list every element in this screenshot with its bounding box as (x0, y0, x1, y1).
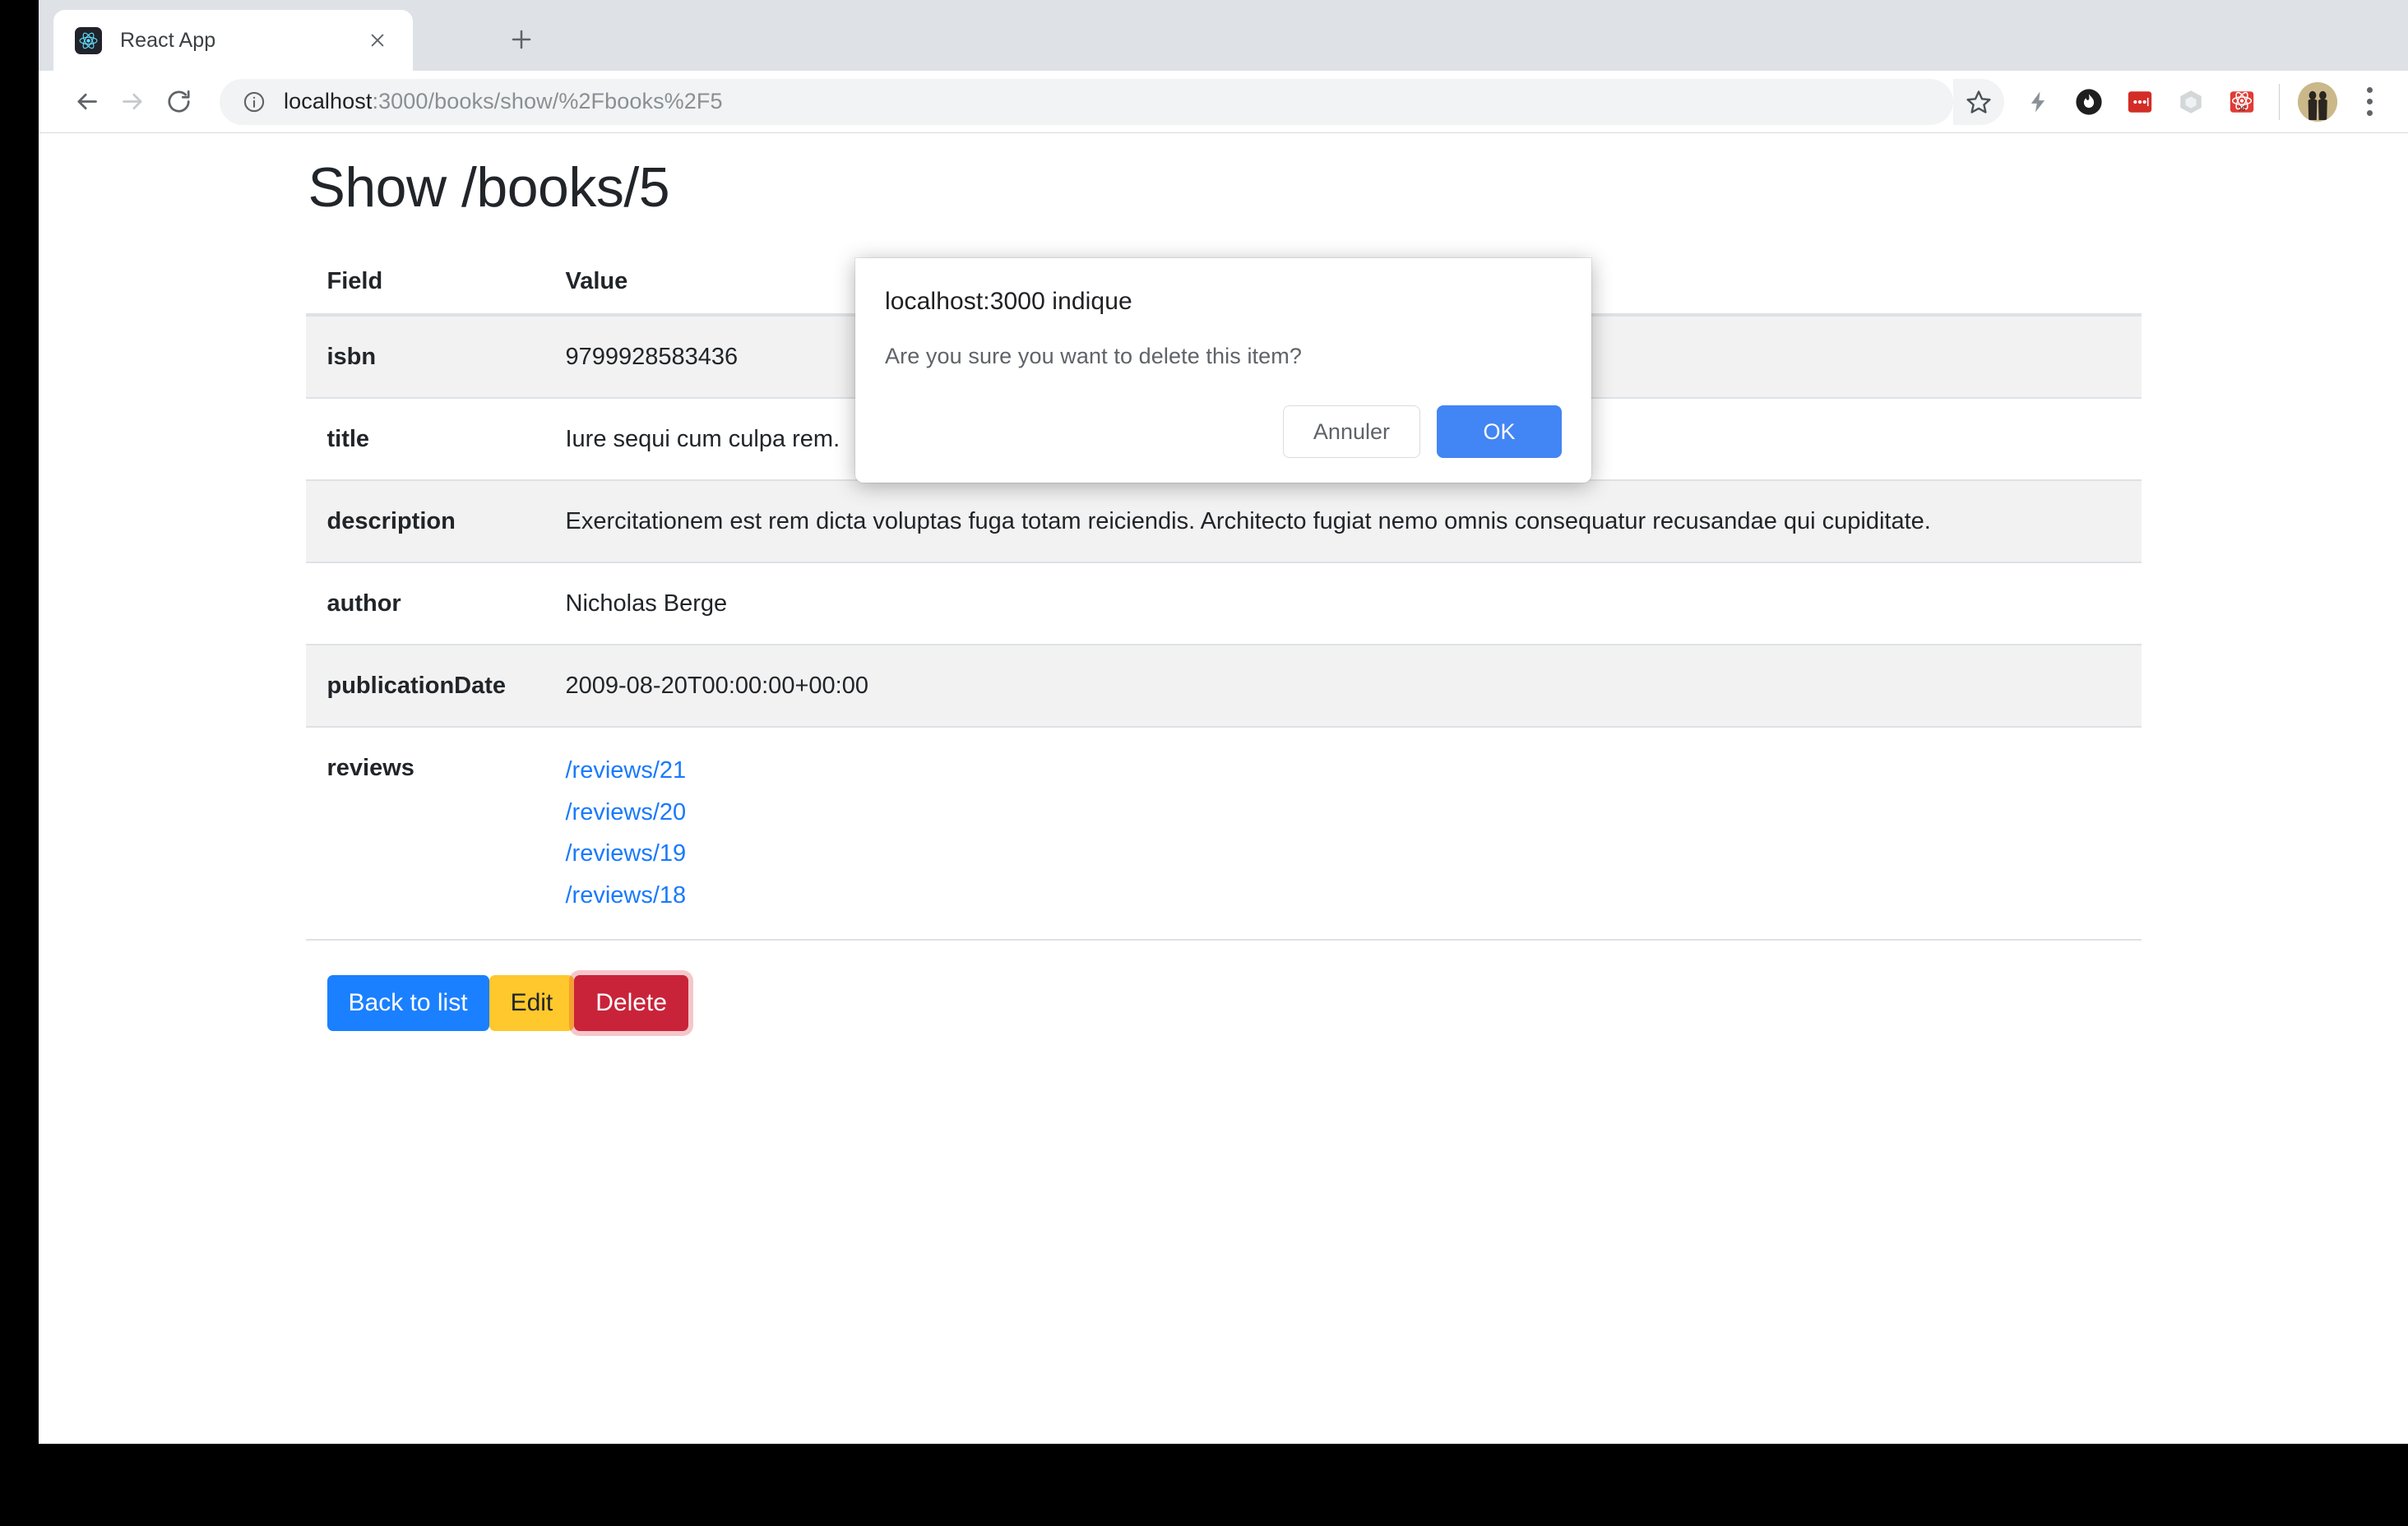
forward-arrow-icon (109, 79, 155, 125)
dialog-cancel-button[interactable]: Annuler (1283, 405, 1420, 458)
field-value-cell: Nicholas Berge (544, 562, 2142, 645)
field-value-cell: /reviews/21/reviews/20/reviews/19/review… (544, 727, 2142, 940)
tab-title: React App (120, 29, 215, 53)
review-link[interactable]: /reviews/18 (566, 875, 2120, 917)
field-value-cell: Exercitationem est rem dicta voluptas fu… (544, 480, 2142, 562)
delete-button[interactable]: Delete (574, 975, 688, 1031)
dialog-title: localhost:3000 indique (885, 288, 1562, 316)
url-host: localhost (284, 89, 372, 113)
screen-frame: React App (0, 0, 2408, 1526)
field-name-cell: isbn (306, 315, 544, 398)
field-name-cell: reviews (306, 727, 544, 940)
address-bar[interactable]: localhost:3000/books/show/%2Fbooks%2F5 (220, 79, 1953, 125)
field-value-cell: 2009-08-20T00:00:00+00:00 (544, 645, 2142, 727)
profile-avatar[interactable] (2298, 82, 2337, 122)
close-icon[interactable] (364, 26, 391, 54)
back-arrow-icon[interactable] (63, 79, 109, 125)
field-name-cell: title (306, 398, 544, 480)
info-circle-icon[interactable] (241, 89, 267, 115)
browser-window: React App (39, 0, 2408, 1444)
browser-toolbar: localhost:3000/books/show/%2Fbooks%2F5 (39, 71, 2408, 133)
url-path: :3000/books/show/%2Fbooks%2F5 (372, 89, 722, 113)
dialog-actions: Annuler OK (885, 405, 1562, 458)
reload-icon[interactable] (155, 79, 201, 125)
hexagon-icon[interactable] (2165, 79, 2216, 125)
bookmark-star-icon[interactable] (1953, 79, 2004, 125)
lastpass-icon[interactable] (2114, 79, 2165, 125)
three-dot-menu-icon[interactable] (2349, 79, 2390, 125)
review-link[interactable]: /reviews/19 (566, 833, 2120, 875)
dialog-ok-button[interactable]: OK (1437, 405, 1562, 458)
table-row: reviews/reviews/21/reviews/20/reviews/19… (306, 727, 2142, 940)
page-title: Show /books/5 (306, 155, 2142, 222)
url-text: localhost:3000/books/show/%2Fbooks%2F5 (284, 89, 723, 114)
table-row: publicationDate2009-08-20T00:00:00+00:00 (306, 645, 2142, 727)
field-name-cell: publicationDate (306, 645, 544, 727)
browser-tab-react-app[interactable]: React App (53, 10, 413, 71)
edit-button[interactable]: Edit (489, 975, 575, 1031)
table-row: authorNicholas Berge (306, 562, 2142, 645)
table-row: descriptionExercitationem est rem dicta … (306, 480, 2142, 562)
field-name-cell: description (306, 480, 544, 562)
react-logo-icon (75, 27, 102, 54)
plus-icon[interactable] (503, 21, 539, 58)
back-to-list-button[interactable]: Back to list (327, 975, 489, 1031)
lightning-bolt-icon[interactable] (2012, 79, 2063, 125)
react-devtools-icon[interactable]: JS (2216, 79, 2267, 125)
field-name-cell: author (306, 562, 544, 645)
action-button-row: Back to list Edit Delete (306, 975, 2142, 1031)
tab-strip: React App (39, 0, 2408, 71)
column-header-field: Field (306, 250, 544, 315)
confirm-dialog: localhost:3000 indique Are you sure you … (855, 258, 1591, 483)
review-link[interactable]: /reviews/21 (566, 750, 2120, 792)
toolbar-divider (2279, 84, 2280, 120)
dialog-message: Are you sure you want to delete this ite… (885, 344, 1562, 369)
svg-text:JS: JS (2239, 104, 2246, 112)
page-viewport: Show /books/5 Field Value isbn9799928583… (39, 133, 2408, 1443)
flame-icon[interactable] (2063, 79, 2114, 125)
review-link[interactable]: /reviews/20 (566, 792, 2120, 834)
